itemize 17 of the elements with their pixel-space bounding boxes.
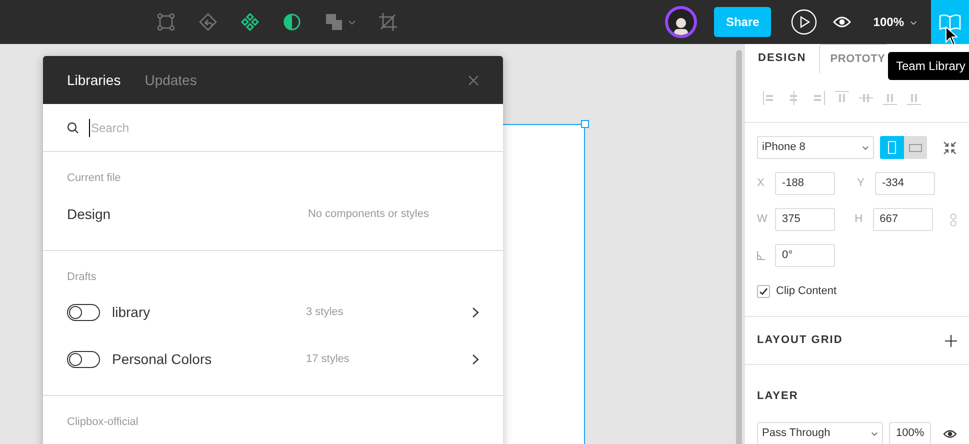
library-info: No components or styles: [308, 206, 429, 222]
section-title: LAYER: [757, 390, 798, 402]
field-label: H: [854, 212, 864, 228]
field-label: Y: [857, 176, 866, 192]
library-info: 3 styles: [306, 305, 344, 320]
field-label: X: [757, 176, 766, 192]
tooltip: Team Library: [888, 52, 969, 80]
library-name: Design: [67, 204, 111, 224]
section-title: Drafts: [66, 270, 98, 284]
library-name: Personal Colors: [112, 350, 212, 369]
checkbox-label: Clip Content: [776, 284, 837, 300]
section-title: LAYOUT GRID: [757, 333, 843, 348]
field-label: W: [757, 212, 768, 228]
library-info: 17 styles: [306, 352, 350, 368]
library-name: library: [112, 303, 150, 322]
section-title: Current file: [66, 171, 122, 186]
section-title: Clipbox-official: [66, 415, 140, 430]
